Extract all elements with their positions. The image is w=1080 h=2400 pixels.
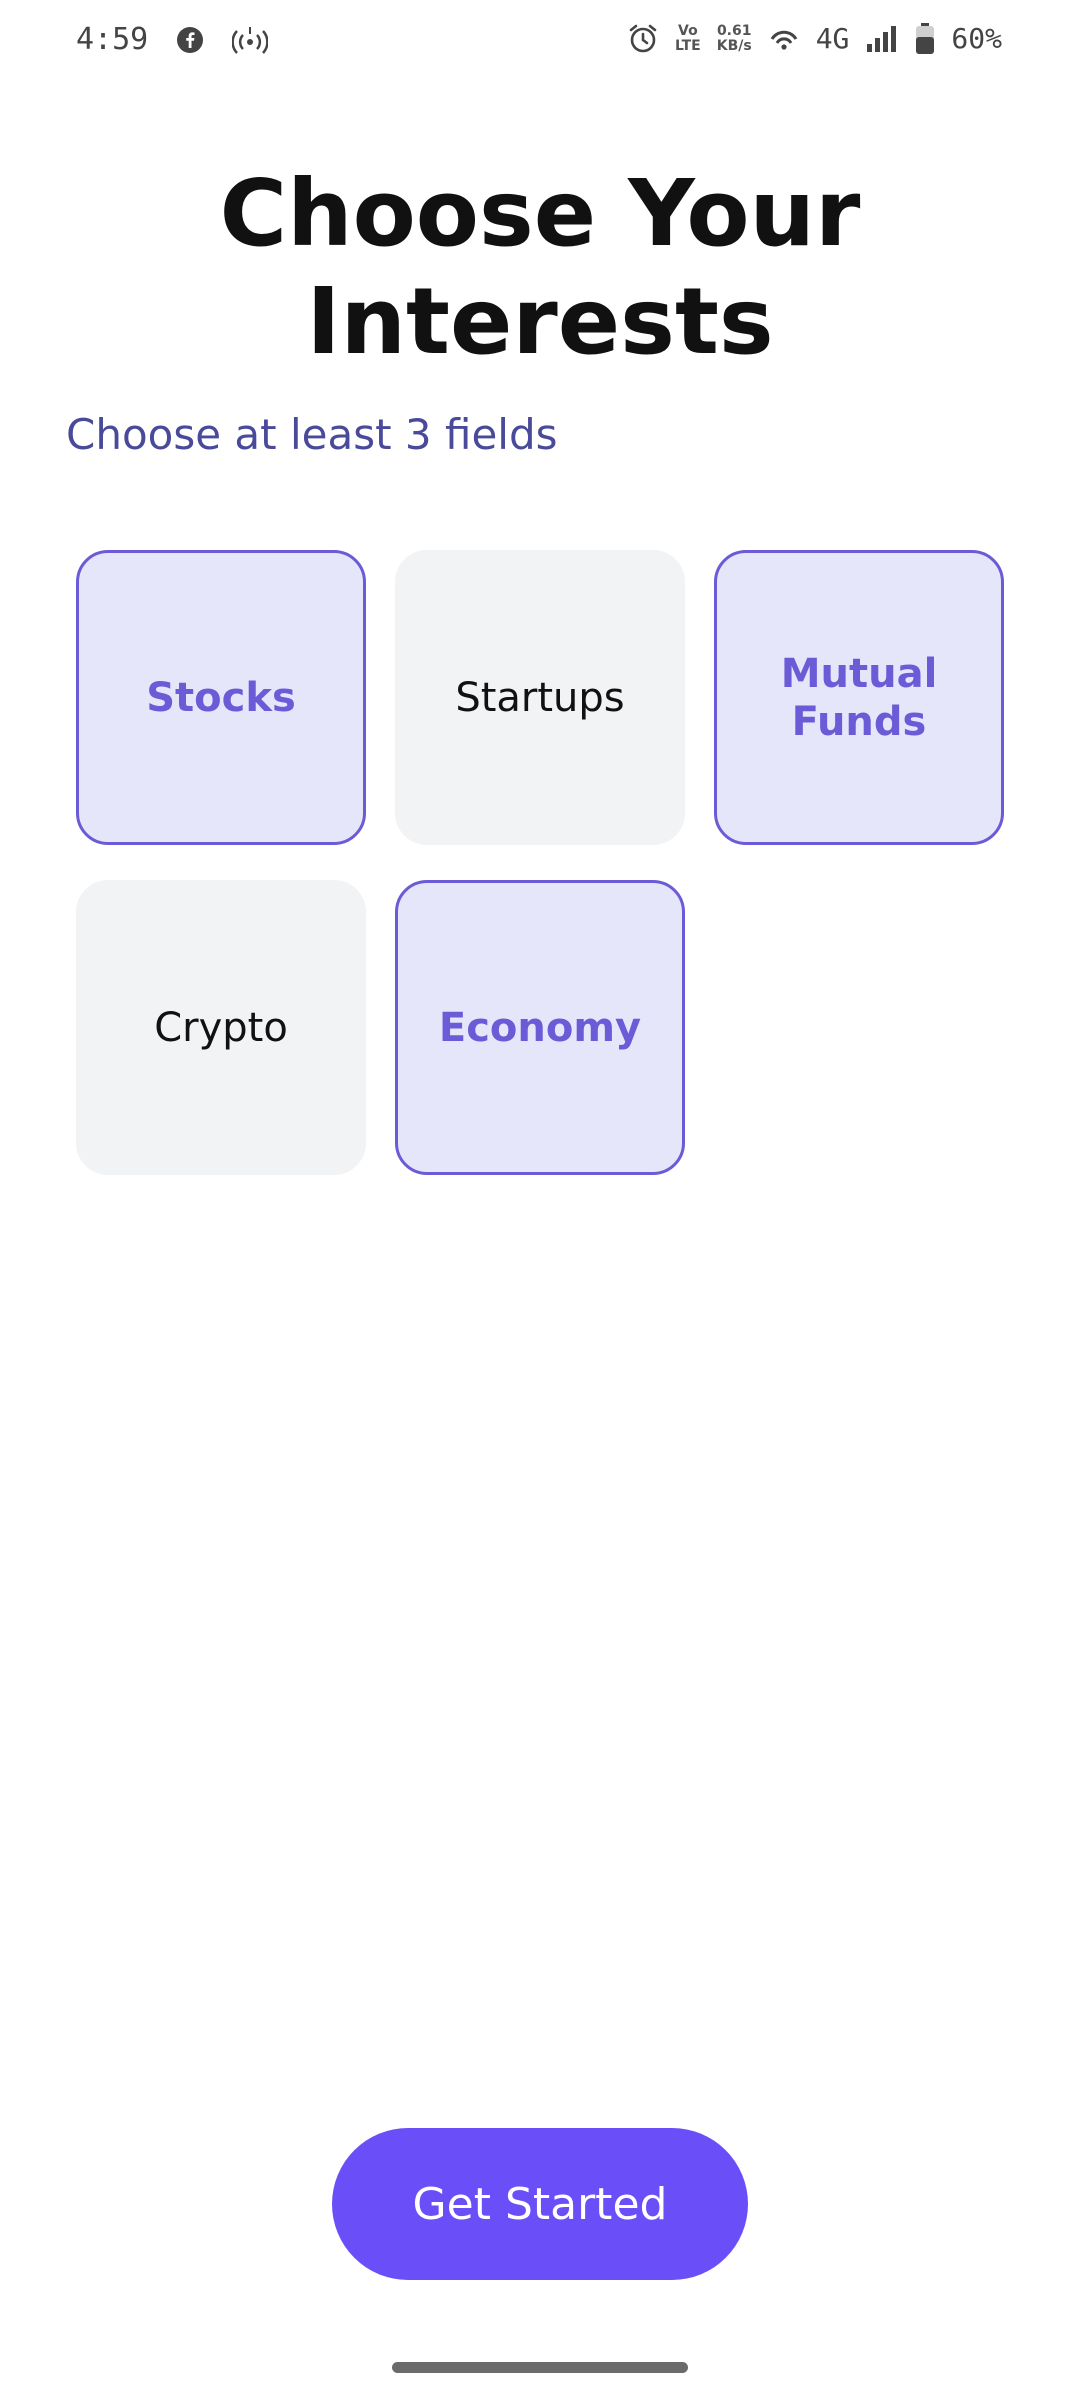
home-indicator[interactable]	[392, 2362, 688, 2373]
status-time: 4:59	[76, 22, 149, 57]
network-type: 4G	[815, 22, 850, 55]
page-subtitle: Choose at least 3 fields	[66, 410, 558, 459]
hotspot-icon	[232, 25, 269, 55]
battery-percent: 60%	[951, 22, 1002, 55]
interest-label: Mutual Funds	[780, 650, 938, 745]
interest-tile-crypto[interactable]: Crypto	[76, 880, 366, 1175]
interest-tile-startups[interactable]: Startups	[395, 550, 685, 845]
volte-icon: Vo LTE	[675, 22, 701, 54]
speed-unit: KB/s	[716, 37, 752, 54]
status-bar-left: 4:59	[76, 22, 269, 57]
status-bar-right: Vo LTE 0.61 KB/s 4G 60%	[627, 22, 1002, 55]
interest-label: Economy	[438, 1004, 642, 1051]
page-title-line-2: Interests	[306, 268, 774, 375]
volte-bottom: LTE	[675, 37, 701, 54]
signal-icon	[865, 24, 899, 54]
get-started-button[interactable]: Get Started	[332, 2128, 748, 2280]
battery-icon	[915, 22, 935, 55]
wifi-icon	[768, 25, 800, 53]
interest-tile-mutual-funds[interactable]: Mutual Funds	[714, 550, 1004, 845]
page-title-line-1: Choose Your	[219, 160, 861, 267]
status-bar: 4:59 Vo LTE 0.61 KB/s 4G 60%	[0, 0, 1080, 90]
page-title: Choose Your Interests	[0, 160, 1080, 376]
interest-label: Stocks	[146, 674, 296, 721]
speed-value: 0.61	[716, 22, 752, 39]
alarm-icon	[627, 23, 659, 55]
interest-tile-economy[interactable]: Economy	[395, 880, 685, 1175]
facebook-icon	[176, 26, 204, 54]
interest-label: Startups	[455, 674, 625, 721]
interest-tile-stocks[interactable]: Stocks	[76, 550, 366, 845]
network-speed: 0.61 KB/s	[716, 22, 752, 54]
volte-top: Vo	[678, 22, 698, 39]
interest-label: Crypto	[154, 1004, 288, 1051]
